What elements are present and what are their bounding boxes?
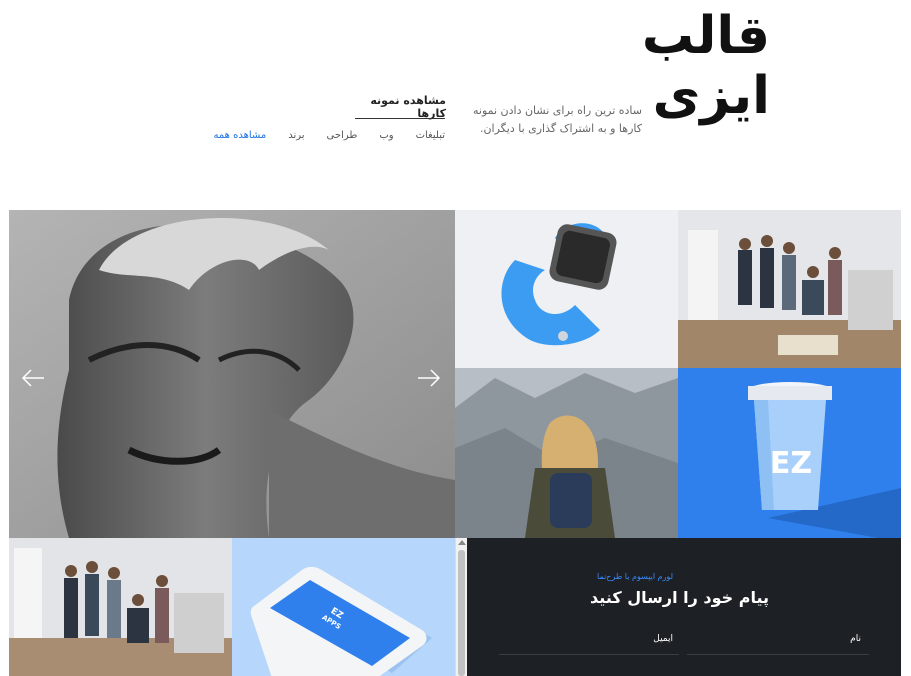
email-field-label: ایمیل [653, 634, 673, 644]
team-image [9, 538, 232, 676]
filter-web[interactable]: وب [379, 130, 393, 141]
portrait-image [9, 210, 455, 538]
slider-prev-icon[interactable] [21, 368, 45, 388]
watch-tile[interactable] [455, 210, 678, 368]
mountain-tile[interactable] [455, 368, 678, 538]
email-field[interactable] [499, 654, 679, 655]
name-field[interactable] [687, 654, 869, 655]
filter-design[interactable]: طراحی [327, 130, 358, 141]
scrollbar[interactable] [455, 538, 467, 676]
contact-kicker: لورم ایپسوم یا طرح‌نما [597, 572, 673, 581]
portfolio-heading: مشاهده نمونه کارها [370, 94, 446, 120]
scroll-up-icon[interactable] [458, 540, 466, 545]
contact-section: لورم ایپسوم یا طرح‌نما پیام خود را ارسال… [467, 538, 901, 676]
cup-logo: EZ [769, 446, 813, 481]
filter-brand[interactable]: برند [288, 130, 304, 141]
scroll-thumb[interactable] [458, 550, 465, 676]
team-office-image [678, 210, 901, 368]
name-field-label: نام [850, 634, 861, 644]
team-tile[interactable] [9, 538, 232, 676]
cup-tile[interactable]: EZ [678, 368, 901, 538]
heading-underline [355, 118, 445, 119]
site-tagline: ساده ترین راه برای نشان دادن نمونه کارها… [472, 104, 642, 135]
phone-tile[interactable]: EZ APPS [232, 538, 455, 676]
contact-title: پیام خود را ارسال کنید [590, 588, 769, 607]
portfolio-filters: مشاهده همه برند طراحی وب تبلیغات [214, 130, 445, 141]
slider-next-icon[interactable] [417, 368, 441, 388]
portrait-slider[interactable] [9, 210, 455, 538]
filter-ads[interactable]: تبلیغات [416, 130, 445, 141]
team-office-tile[interactable] [678, 210, 901, 368]
watch-image [501, 223, 617, 346]
mountain-image [455, 368, 678, 538]
phone-image [232, 538, 455, 676]
filter-all[interactable]: مشاهده همه [214, 130, 267, 141]
